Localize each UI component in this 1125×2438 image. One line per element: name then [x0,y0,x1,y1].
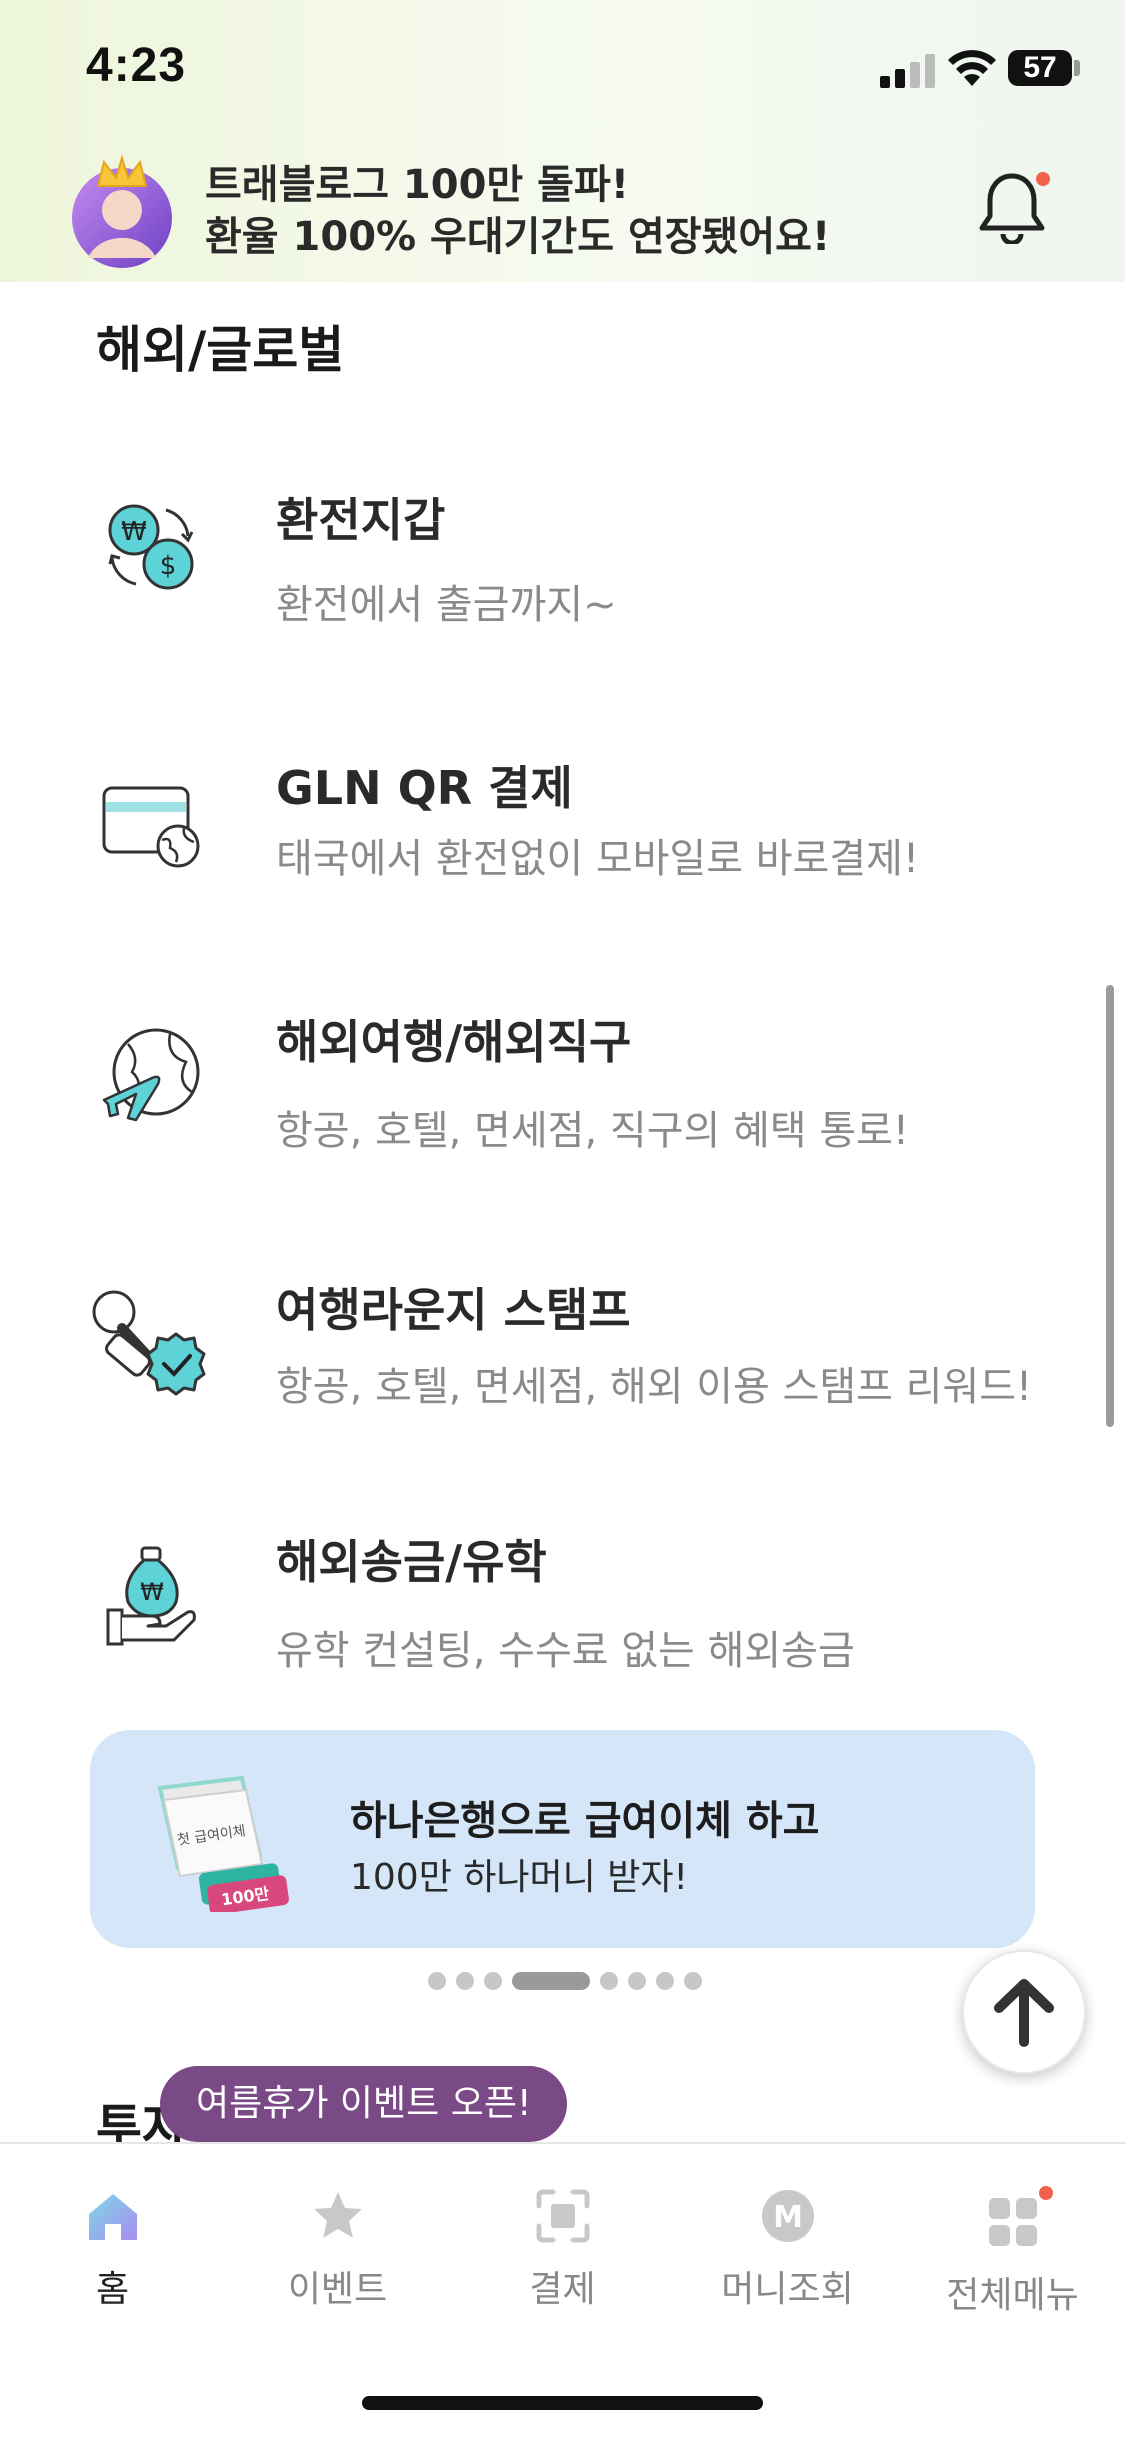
promo-banner[interactable]: 첫 급여이체 100만 하나은행으로 급여이체 하고 100만 하나머니 받자! [90,1730,1035,1948]
avatar-crown-icon [72,154,172,268]
carousel-dot[interactable] [684,1972,702,1990]
scrollbar[interactable] [1106,985,1114,1427]
stamp-icon [92,1290,206,1396]
scan-pay-icon [536,2189,589,2243]
tab-home[interactable]: 홈 [0,2186,225,2312]
carousel-dot[interactable] [428,1972,446,1990]
svg-text:M: M [773,2200,803,2235]
salary-transfer-illustration: 첫 급여이체 100만 [157,1775,289,1912]
carousel-dot[interactable] [484,1972,502,1990]
carousel-dot[interactable] [456,1972,474,1990]
promo-subline[interactable]: 환율 100% 우대기간도 연장됐어요! [205,204,830,262]
currency-exchange-icon: ₩ $ [108,504,194,590]
menu-item-gln-qr[interactable]: GLN QR 결제 태국에서 환전없이 모바일로 바로결제! [0,740,1125,940]
card-globe-icon [102,786,200,868]
home-indicator[interactable] [362,2396,763,2410]
status-time: 4:23 [86,39,187,92]
carousel-dot-active[interactable] [512,1972,590,1990]
tab-label: 이벤트 [287,2269,388,2310]
money-bag-hand-icon: ₩ [106,1546,196,1646]
carousel-pagination[interactable] [428,1972,702,1990]
signal-icon [880,54,935,88]
tab-label: 전체메뉴 [946,2275,1079,2316]
tab-payment[interactable]: 결제 [450,2186,675,2312]
menu-item-exchange-wallet[interactable]: ₩ $ 환전지갑 환전에서 출금까지~ [0,452,1125,652]
tab-all-menu[interactable]: 전체메뉴 [900,2192,1125,2318]
menu-item-subtitle: 태국에서 환전없이 모바일로 바로결제! [276,836,919,882]
menu-item-title: GLN QR 결제 [276,761,573,815]
notification-dot [1036,172,1050,186]
menu-item-travel-stamp[interactable]: 여행라운지 스탬프 항공, 호텔, 면세점, 해외 이용 스탬프 리워드! [0,1262,1125,1462]
promo-headline[interactable]: 트래블로그 100만 돌파! [205,152,629,210]
grid-menu-icon [988,2198,1037,2246]
star-icon [313,2192,362,2238]
globe-airplane-icon [102,1028,200,1122]
battery-indicator: 57 [1008,50,1072,86]
tab-money-lookup[interactable]: M 머니조회 [675,2186,900,2312]
carousel-dot[interactable] [628,1972,646,1990]
battery-cap [1074,60,1080,76]
tab-event[interactable]: 이벤트 [225,2186,450,2312]
menu-item-title: 환전지갑 [276,493,446,547]
wifi-icon [948,50,996,86]
money-m-icon: M [761,2190,814,2242]
menu-item-title: 해외여행/해외직구 [276,1015,632,1069]
tab-label: 결제 [529,2269,596,2310]
menu-item-overseas-remit[interactable]: ₩ 해외송금/유학 유학 컨설팅, 수수료 없는 해외송금 [0,1526,1125,1726]
svg-text:₩: ₩ [121,517,147,547]
menu-item-subtitle: 유학 컨설팅, 수수료 없는 해외송금 [276,1628,855,1674]
tab-label: 홈 [95,2269,130,2310]
banner-subtitle: 100만 하나머니 받자! [350,1857,688,1898]
section-title: 해외/글로벌 [96,321,345,379]
menu-item-subtitle: 항공, 호텔, 면세점, 해외 이용 스탬프 리워드! [276,1364,1033,1410]
carousel-dot[interactable] [600,1972,618,1990]
menu-item-subtitle: 항공, 호텔, 면세점, 직구의 혜택 통로! [276,1108,909,1154]
banner-title: 하나은행으로 급여이체 하고 [350,1798,820,1844]
carousel-dot[interactable] [656,1972,674,1990]
menu-item-title: 여행라운지 스탬프 [276,1283,631,1337]
home-icon [88,2194,137,2240]
arrow-up-icon [994,1979,1054,2047]
event-tooltip[interactable]: 여름휴가 이벤트 오픈! [160,2066,568,2142]
menu-item-subtitle: 환전에서 출금까지~ [276,582,617,628]
bottom-tab-bar: 홈 이벤트 결제 M 머니조회 전체메뉴 [0,2142,1125,2438]
menu-item-title: 해외송금/유학 [276,1535,547,1589]
menu-notification-dot [1039,2186,1053,2200]
svg-text:$: $ [160,551,177,581]
tab-label: 머니조회 [721,2269,854,2310]
svg-text:₩: ₩ [140,1578,164,1606]
scroll-to-top-button[interactable] [962,1950,1086,2074]
menu-item-overseas-travel[interactable]: 해외여행/해외직구 항공, 호텔, 면세점, 직구의 혜택 통로! [0,1000,1125,1200]
